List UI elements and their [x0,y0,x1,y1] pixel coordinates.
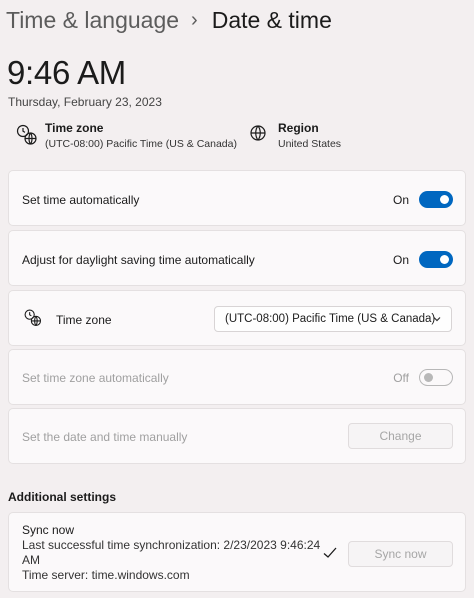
sync-now-title: Sync now [22,523,75,537]
current-date: Thursday, February 23, 2023 [8,95,162,109]
set-timezone-automatically-state: Off [393,371,409,385]
timezone-summary: Time zone (UTC-08:00) Pacific Time (US &… [15,121,237,150]
region-summary-title: Region [278,121,319,135]
breadcrumb: Time & language › Date & time [6,4,332,36]
time-server-text: Time server: time.windows.com [22,568,190,582]
world-clock-icon [24,309,42,327]
timezone-summary-title: Time zone [45,121,104,135]
set-timezone-automatically-card: Set time zone automatically Off [8,349,466,405]
change-button[interactable]: Change [348,423,453,449]
checkmark-icon [323,547,337,558]
sync-now-card: Sync now Last successful time synchroniz… [8,512,466,592]
timezone-summary-value: (UTC-08:00) Pacific Time (US & Canada) [45,138,237,150]
daylight-saving-card: Adjust for daylight saving time automati… [8,230,466,286]
current-time: 9:46 AM [7,54,126,91]
set-timezone-automatically-toggle[interactable] [419,369,453,386]
daylight-saving-toggle[interactable] [419,251,453,268]
world-clock-icon [16,124,37,145]
timezone-card: Time zone (UTC-08:00) Pacific Time (US &… [8,290,466,346]
set-timezone-automatically-label: Set time zone automatically [22,371,169,385]
daylight-saving-label: Adjust for daylight saving time automati… [22,253,255,267]
region-summary: Region United States [248,121,341,150]
set-date-time-manually-label: Set the date and time manually [22,430,188,444]
chevron-down-icon [433,317,441,322]
breadcrumb-parent[interactable]: Time & language [6,7,179,34]
last-sync-text: Last successful time synchronization: 2/… [22,538,321,552]
set-date-time-manually-card: Set the date and time manually Change [8,408,466,464]
set-time-automatically-state: On [392,193,409,207]
timezone-dropdown-value: (UTC-08:00) Pacific Time (US & Canada) [225,313,436,325]
globe-icon [250,125,266,141]
date-time-settings-page: Time & language › Date & time 9:46 AM Th… [0,0,474,598]
last-sync-text-continued: AM [22,553,40,567]
daylight-saving-state: On [392,253,409,267]
timezone-label: Time zone [56,313,112,327]
set-time-automatically-label: Set time automatically [22,193,140,207]
breadcrumb-separator: › [191,8,198,31]
set-time-automatically-toggle[interactable] [419,191,453,208]
set-time-automatically-card: Set time automatically On [8,170,466,226]
page-title: Date & time [211,6,332,33]
sync-now-button[interactable]: Sync now [348,541,453,567]
region-summary-value: United States [278,138,342,150]
additional-settings-heading: Additional settings [8,490,116,504]
timezone-dropdown[interactable]: (UTC-08:00) Pacific Time (US & Canada) [214,306,452,332]
